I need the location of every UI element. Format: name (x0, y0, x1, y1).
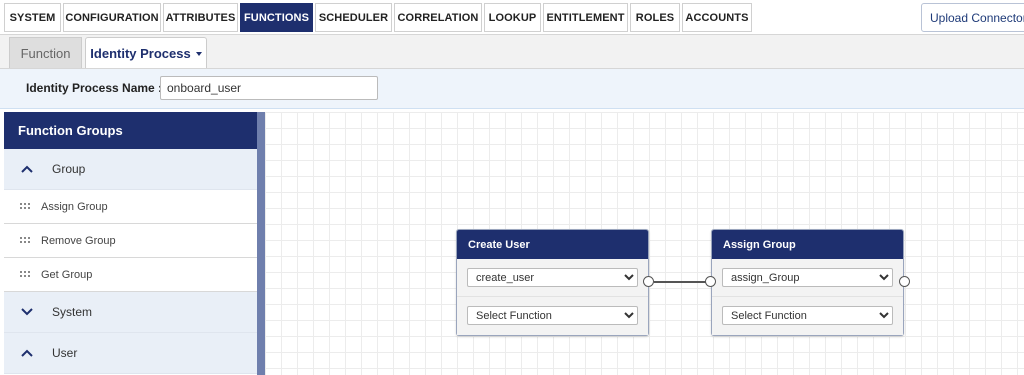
chevron-up-icon (20, 346, 34, 360)
list-item-label: Remove Group (41, 234, 116, 247)
input-port[interactable] (705, 276, 716, 287)
node-function-row: Select Function (712, 297, 903, 335)
section-user-label: User (52, 346, 78, 360)
top-nav: SYSTEM CONFIGURATION ATTRIBUTES FUNCTION… (0, 0, 1024, 35)
section-system[interactable]: System (4, 292, 257, 333)
grid-icon (20, 236, 30, 245)
function-select[interactable]: Select Function (722, 306, 893, 325)
tab-lookup[interactable]: LOOKUP (484, 3, 541, 32)
chevron-down-icon (20, 305, 34, 319)
function-select[interactable]: create_user (467, 268, 638, 287)
section-group[interactable]: Group (4, 149, 257, 190)
tab-roles[interactable]: ROLES (630, 3, 680, 32)
list-item-get-group[interactable]: Get Group (4, 258, 257, 292)
function-select[interactable]: assign_Group (722, 268, 893, 287)
node-function-row: assign_Group (712, 259, 903, 297)
panel-scrollbar[interactable] (257, 112, 265, 375)
output-port[interactable] (899, 276, 910, 287)
list-item-label: Get Group (41, 268, 93, 281)
node-assign-group[interactable]: Assign Group assign_Group Select Functio… (711, 229, 904, 336)
connector-line (654, 281, 710, 283)
tab-system[interactable]: SYSTEM (4, 3, 61, 32)
tab-correlation[interactable]: CORRELATION (394, 3, 482, 32)
tab-accounts[interactable]: ACCOUNTS (682, 3, 752, 32)
node-title: Assign Group (712, 230, 903, 259)
grid-icon (20, 270, 30, 279)
function-groups-panel: Function Groups Group Assign Group Remov… (4, 112, 257, 375)
caret-down-icon (195, 52, 202, 56)
identity-process-name-input[interactable] (160, 76, 378, 100)
chevron-up-icon (20, 162, 34, 176)
tab-configuration[interactable]: CONFIGURATION (63, 3, 161, 32)
node-function-row: Select Function (457, 297, 648, 335)
subtab-identity-process-label: Identity Process (90, 45, 191, 61)
upload-connector-button[interactable]: Upload Connector (921, 3, 1024, 32)
tab-scheduler[interactable]: SCHEDULER (315, 3, 392, 32)
node-title: Create User (457, 230, 648, 259)
section-user[interactable]: User (4, 333, 257, 374)
tab-functions[interactable]: FUNCTIONS (240, 3, 313, 32)
process-canvas[interactable]: Create User create_user Select Function … (265, 112, 1024, 375)
tab-attributes[interactable]: ATTRIBUTES (163, 3, 238, 32)
function-select[interactable]: Select Function (467, 306, 638, 325)
identity-process-name-row: Identity Process Name : (0, 69, 1024, 109)
subtab-identity-process[interactable]: Identity Process (85, 37, 207, 68)
output-port[interactable] (643, 276, 654, 287)
node-function-row: create_user (457, 259, 648, 297)
list-item-label: Assign Group (41, 200, 108, 213)
tab-entitlement[interactable]: ENTITLEMENT (543, 3, 628, 32)
section-system-label: System (52, 305, 93, 319)
list-item-remove-group[interactable]: Remove Group (4, 224, 257, 258)
section-group-label: Group (52, 162, 86, 176)
node-create-user[interactable]: Create User create_user Select Function (456, 229, 649, 336)
identity-process-name-label: Identity Process Name : (26, 81, 163, 95)
list-item-assign-group[interactable]: Assign Group (4, 190, 257, 224)
grid-icon (20, 202, 30, 211)
subtab-function-label: Function (20, 45, 71, 61)
function-groups-title: Function Groups (4, 112, 257, 149)
sub-nav: Function Identity Process (0, 35, 1024, 69)
subtab-function[interactable]: Function (9, 37, 82, 68)
